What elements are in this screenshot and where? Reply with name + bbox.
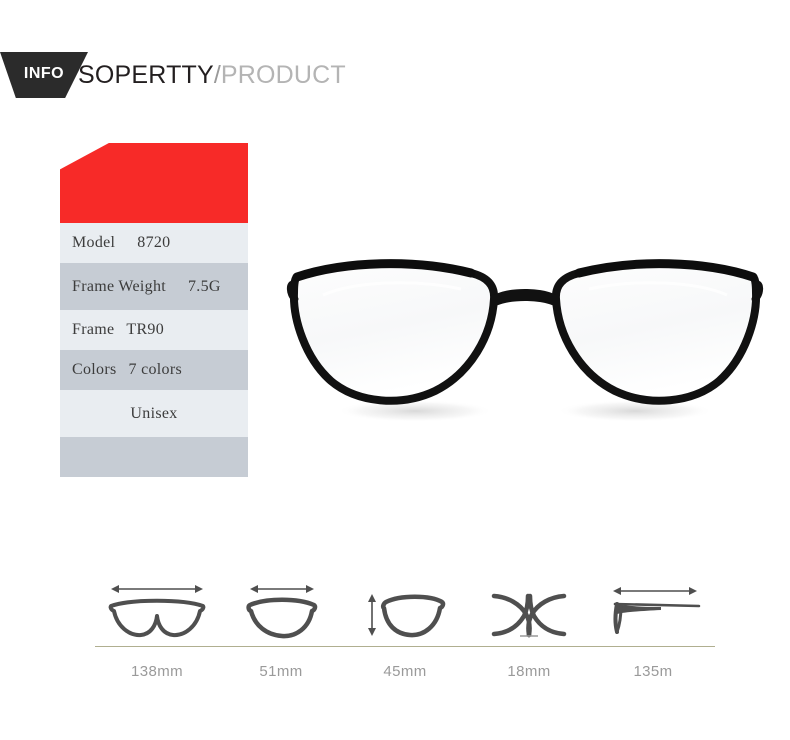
spec-label-colors: Colors [72, 361, 117, 378]
measure-label-lens-width: 51mm [259, 663, 303, 680]
spec-value-model: 8720 [137, 234, 171, 251]
eyeglasses-illustration [286, 259, 764, 422]
info-badge: INFO [0, 52, 88, 98]
lens-height-icon [368, 594, 446, 638]
spec-value-gender: Unisex [130, 404, 178, 422]
brand-section-label: PRODUCT [220, 60, 346, 89]
brand-separator: / [213, 60, 221, 89]
spec-value-frame-weight: 7.5G [188, 277, 221, 295]
measurements-divider [95, 646, 715, 647]
spec-table-accent-header [60, 143, 248, 223]
measure-cell-lens-height [343, 578, 467, 644]
measure-cell-bridge-width [467, 578, 591, 644]
brand-name: SOPERTTY [78, 60, 214, 89]
spec-label-frame-weight: Frame Weight [72, 277, 166, 295]
measurements-section: 138mm 51mm 45mm 18mm 135m [95, 578, 715, 680]
measurement-icons-row [95, 578, 715, 644]
spec-value-colors: 7 colors [128, 361, 182, 378]
temple-length-icon [613, 587, 701, 634]
measurement-labels-row: 138mm 51mm 45mm 18mm 135m [95, 663, 715, 680]
measure-cell-frame-width [95, 578, 219, 644]
page-header: INFO SOPERTTY / PRODUCT [0, 52, 790, 98]
product-image [275, 215, 775, 445]
spec-table: Model 8720 Frame Weight 7.5G Frame TR90 … [60, 143, 248, 477]
spec-row-blank [60, 437, 248, 477]
spec-row-frame-weight: Frame Weight 7.5G [60, 263, 248, 310]
info-badge-label: INFO [23, 65, 65, 82]
spec-row-frame: Frame TR90 [60, 310, 248, 350]
measure-label-lens-height: 45mm [383, 663, 427, 680]
measure-label-frame-width: 138mm [130, 663, 184, 680]
spec-row-model: Model 8720 [60, 223, 248, 263]
spec-label-model: Model [72, 234, 116, 251]
spec-label-frame: Frame [72, 321, 115, 338]
measure-cell-lens-width [219, 578, 343, 644]
spec-row-colors: Colors 7 colors [60, 350, 248, 390]
measure-label-temple-length: 135m [633, 663, 673, 680]
spec-row-gender: Unisex [60, 390, 248, 437]
spec-value-frame: TR90 [126, 321, 165, 338]
lens-width-icon [246, 585, 318, 639]
breadcrumb: SOPERTTY / PRODUCT [78, 61, 346, 90]
measure-label-bridge-width: 18mm [507, 663, 551, 680]
measure-cell-temple-length [591, 578, 715, 644]
bridge-width-icon [491, 593, 567, 638]
frame-width-icon [108, 585, 206, 638]
